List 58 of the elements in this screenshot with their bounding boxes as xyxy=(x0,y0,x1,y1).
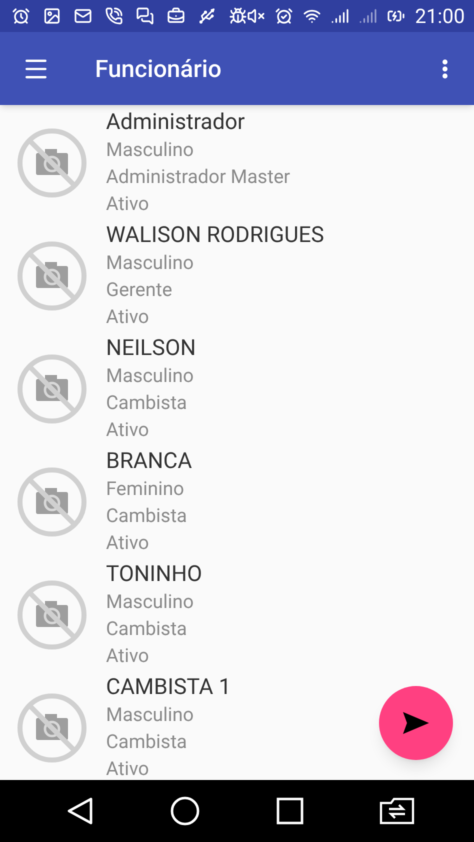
back-icon[interactable] xyxy=(66,796,94,826)
more-icon xyxy=(442,58,448,78)
recent-apps-icon[interactable] xyxy=(276,797,304,825)
employee-status: Ativo xyxy=(106,756,150,780)
employee-status: Ativo xyxy=(106,304,150,330)
employee-role: Cambista xyxy=(106,390,188,416)
mail-icon xyxy=(74,7,92,25)
employee-name: BRANCA xyxy=(106,448,192,475)
no-photo-icon xyxy=(16,692,88,764)
employee-row[interactable]: TONINHO Masculino Cambista Ativo xyxy=(0,557,474,670)
app-title: Funcionário xyxy=(95,54,222,84)
send-icon xyxy=(401,710,431,736)
home-icon[interactable] xyxy=(170,796,200,826)
employee-gender: Feminino xyxy=(106,476,186,502)
employee-row[interactable]: NEILSON Masculino Cambista Ativo xyxy=(0,331,474,444)
alarm-icon xyxy=(275,7,293,25)
no-photo-icon xyxy=(16,240,88,312)
employee-row[interactable]: WALISON RODRIGUES Masculino Gerente Ativo xyxy=(0,218,474,331)
employee-role: Administrador Master xyxy=(106,164,290,190)
employee-name: Administrador xyxy=(106,109,246,136)
no-photo-icon xyxy=(16,579,88,651)
employee-status: Ativo xyxy=(106,530,150,556)
usb-icon xyxy=(198,7,216,25)
employee-row[interactable]: BRANCA Feminino Cambista Ativo xyxy=(0,444,474,557)
employee-gender: Masculino xyxy=(106,589,195,615)
employee-role: Cambista xyxy=(106,729,188,755)
bug-icon xyxy=(229,7,247,25)
chat-icon xyxy=(136,7,154,25)
employee-gender: Masculino xyxy=(106,137,195,163)
employee-name: TONINHO xyxy=(106,561,202,588)
clock-time: 21:00 xyxy=(415,6,465,26)
employee-status: Ativo xyxy=(106,417,150,443)
signal-icon xyxy=(331,7,349,25)
employee-row[interactable]: Administrador Masculino Administrador Master Ativo xyxy=(0,105,474,218)
switch-icon[interactable] xyxy=(379,797,415,825)
employee-row[interactable]: CAMBISTA 1 Masculino Cambista Ativo xyxy=(0,670,474,780)
no-photo-icon xyxy=(16,353,88,425)
employee-gender: Masculino xyxy=(106,250,195,276)
wifi-icon xyxy=(303,7,321,25)
employee-role: Cambista xyxy=(106,616,188,642)
employee-status: Ativo xyxy=(106,191,150,217)
phone-icon xyxy=(105,7,123,25)
briefcase-icon xyxy=(167,7,185,25)
signal-icon xyxy=(359,7,377,25)
no-photo-icon xyxy=(16,466,88,538)
image-icon xyxy=(43,7,61,25)
employee-status: Ativo xyxy=(106,643,150,669)
employee-role: Cambista xyxy=(106,503,188,529)
mute-icon xyxy=(247,7,265,25)
employee-gender: Masculino xyxy=(106,363,195,389)
employee-role: Gerente xyxy=(106,277,174,303)
employee-gender: Masculino xyxy=(106,702,195,728)
employee-name: NEILSON xyxy=(106,335,196,362)
employee-name: WALISON RODRIGUES xyxy=(106,222,324,249)
no-photo-icon xyxy=(16,127,88,199)
alarm-icon xyxy=(12,7,30,25)
employee-name: CAMBISTA 1 xyxy=(106,674,232,701)
more-options-button[interactable] xyxy=(442,58,448,78)
